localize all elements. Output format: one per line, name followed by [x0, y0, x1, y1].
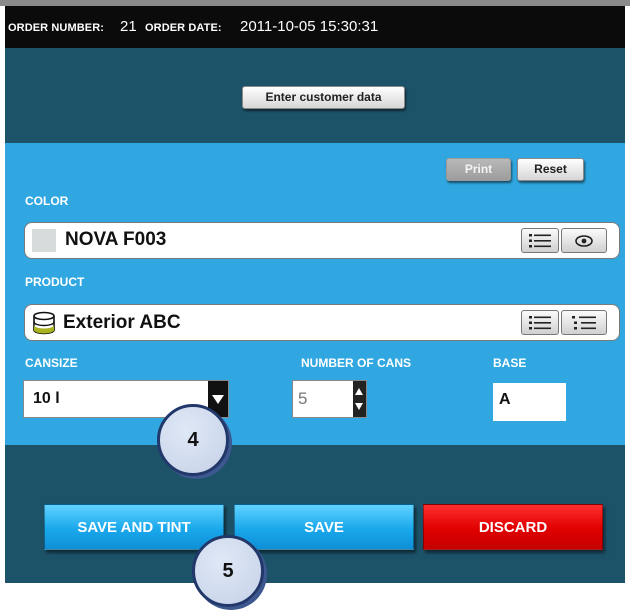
- stepper-arrows-icon[interactable]: [353, 381, 366, 417]
- cansize-label: CANSIZE: [25, 356, 78, 370]
- color-value: NOVA F003: [65, 229, 167, 250]
- save-button[interactable]: SAVE: [234, 504, 414, 550]
- color-field[interactable]: NOVA F003: [24, 222, 620, 259]
- reset-button[interactable]: Reset: [517, 158, 584, 181]
- color-label: COLOR: [25, 194, 69, 208]
- product-detail-list-button[interactable]: [561, 310, 607, 335]
- list-icon: [529, 233, 551, 247]
- order-date-value: 2011-10-05 15:30:31: [240, 18, 379, 35]
- enter-customer-data-button[interactable]: Enter customer data: [242, 86, 405, 109]
- discard-button[interactable]: DISCARD: [423, 504, 603, 550]
- order-header: ORDER NUMBER: 21 ORDER DATE: 2011-10-05 …: [5, 6, 625, 48]
- paint-can-icon: [33, 311, 55, 335]
- order-number-label: ORDER NUMBER:: [8, 22, 105, 34]
- number-of-cans-stepper[interactable]: 5: [292, 380, 367, 418]
- product-list-button[interactable]: [521, 310, 559, 335]
- step-4-callout: 4: [157, 404, 229, 476]
- save-and-tint-button[interactable]: SAVE AND TINT: [44, 504, 224, 550]
- order-number-value: 21: [120, 18, 137, 35]
- base-field[interactable]: A: [493, 383, 566, 421]
- order-date-label: ORDER DATE:: [145, 22, 222, 34]
- color-list-button[interactable]: [521, 228, 559, 253]
- step-5-callout: 5: [192, 535, 264, 607]
- order-window: ORDER NUMBER: 21 ORDER DATE: 2011-10-05 …: [5, 6, 625, 583]
- number-of-cans-value: 5: [298, 389, 308, 408]
- base-value: A: [499, 391, 511, 408]
- eye-icon: [575, 234, 593, 247]
- base-label: BASE: [493, 356, 527, 370]
- product-label: PRODUCT: [25, 275, 85, 289]
- product-value: Exterior ABC: [63, 312, 181, 333]
- product-field[interactable]: Exterior ABC: [24, 304, 620, 341]
- print-button[interactable]: Print: [446, 158, 511, 181]
- cansize-value: 10 l: [33, 390, 60, 407]
- detail-list-icon: [572, 315, 596, 329]
- color-swatch: [32, 229, 56, 252]
- number-of-cans-label: NUMBER OF CANS: [301, 356, 411, 370]
- list-icon: [529, 315, 551, 329]
- color-preview-button[interactable]: [561, 228, 607, 253]
